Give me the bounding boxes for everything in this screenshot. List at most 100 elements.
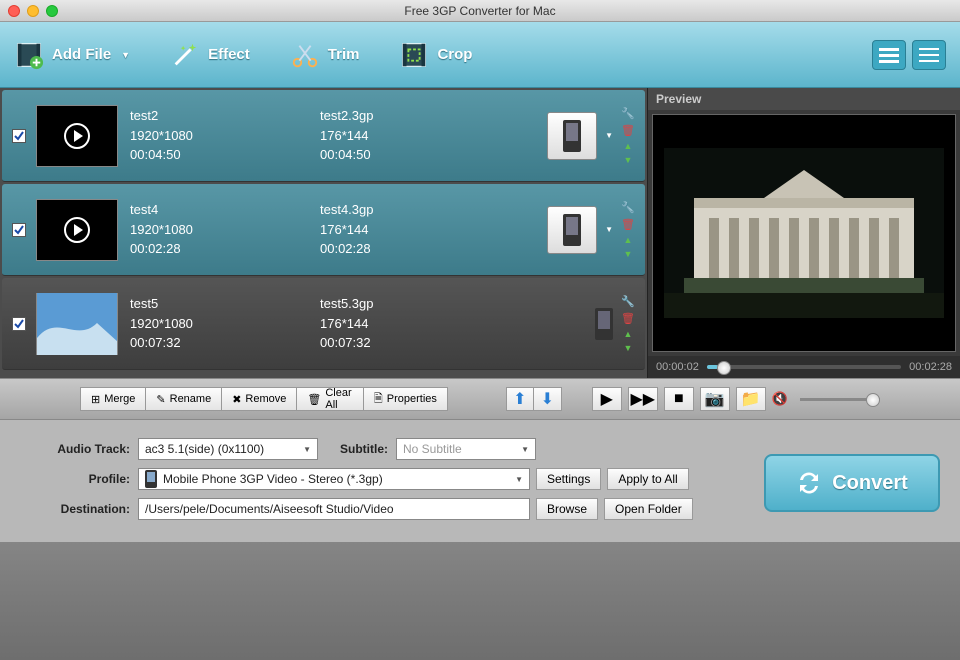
view-list-button[interactable] xyxy=(872,40,906,70)
output-device-button[interactable] xyxy=(547,206,597,254)
preview-current-time: 00:00:02 xyxy=(656,361,699,373)
output-duration: 00:02:28 xyxy=(320,239,470,259)
merge-icon: ⊞ xyxy=(91,393,100,406)
file-checkbox[interactable] xyxy=(12,223,26,237)
titlebar: Free 3GP Converter for Mac xyxy=(0,0,960,22)
close-window-button[interactable] xyxy=(8,5,20,17)
output-device-button[interactable] xyxy=(547,112,597,160)
merge-label: Merge xyxy=(104,393,135,405)
open-snapshot-folder-button[interactable]: 📁 xyxy=(736,387,766,411)
play-overlay-icon xyxy=(64,217,90,243)
zoom-window-button[interactable] xyxy=(46,5,58,17)
output-duration: 00:07:32 xyxy=(320,333,470,353)
settings-button[interactable]: Settings xyxy=(536,468,601,490)
row-up-icon[interactable]: ▲ xyxy=(624,141,633,151)
rename-label: Rename xyxy=(170,393,212,405)
chevron-down-icon: ▼ xyxy=(515,475,523,484)
profile-label: Profile: xyxy=(40,472,130,486)
file-row[interactable]: test41920*108000:02:28test4.3gp176*14400… xyxy=(2,184,645,276)
phone-icon xyxy=(563,120,581,152)
file-checkbox[interactable] xyxy=(12,317,26,331)
stop-icon: ■ xyxy=(674,390,684,408)
file-name: test2 xyxy=(130,106,320,126)
preview-video[interactable] xyxy=(652,114,956,352)
film-add-icon xyxy=(14,40,44,70)
minimize-window-button[interactable] xyxy=(27,5,39,17)
browse-button[interactable]: Browse xyxy=(536,498,598,520)
volume-slider[interactable] xyxy=(800,398,880,401)
file-thumbnail[interactable] xyxy=(36,199,118,261)
row-down-icon[interactable]: ▼ xyxy=(624,155,633,165)
crop-button[interactable]: Crop xyxy=(399,40,472,70)
properties-button[interactable]: 🗎Properties xyxy=(364,387,448,411)
file-resolution: 1920*1080 xyxy=(130,220,320,240)
preview-label: Preview xyxy=(648,88,960,110)
row-up-icon[interactable]: ▲ xyxy=(624,329,633,339)
merge-button[interactable]: ⊞ Merge xyxy=(80,387,146,411)
view-menu-button[interactable] xyxy=(912,40,946,70)
output-resolution: 176*144 xyxy=(320,220,470,240)
row-delete-icon[interactable]: 🗑 xyxy=(621,312,635,325)
row-delete-icon[interactable]: 🗑 xyxy=(621,218,635,231)
snapshot-button[interactable]: 📷 xyxy=(700,387,730,411)
preview-total-time: 00:02:28 xyxy=(909,361,952,373)
row-down-icon[interactable]: ▼ xyxy=(624,343,633,353)
open-folder-button[interactable]: Open Folder xyxy=(604,498,693,520)
trim-button[interactable]: Trim xyxy=(290,40,360,70)
clear-all-button[interactable]: 🗑Clear All xyxy=(297,387,364,411)
effect-button[interactable]: Effect xyxy=(170,40,250,70)
bottom-strip xyxy=(0,542,960,660)
file-list: test21920*108000:04:50test2.3gp176*14400… xyxy=(0,88,648,378)
destination-label: Destination: xyxy=(40,502,130,516)
audio-track-dropdown[interactable]: ac3 5.1(side) (0x1100)▼ xyxy=(138,438,318,460)
convert-label: Convert xyxy=(832,472,908,495)
preview-timeline: 00:00:02 00:02:28 xyxy=(648,356,960,378)
file-row[interactable]: test51920*108000:07:32test5.3gp176*14400… xyxy=(2,278,645,370)
file-thumbnail[interactable] xyxy=(36,105,118,167)
file-source-info: test41920*108000:02:28 xyxy=(130,200,320,259)
profile-dropdown[interactable]: Mobile Phone 3GP Video - Stereo (*.3gp) … xyxy=(138,468,530,490)
destination-field[interactable]: /Users/pele/Documents/Aiseesoft Studio/V… xyxy=(138,498,530,520)
main-toolbar: Add File ▼ Effect Trim Crop xyxy=(0,22,960,88)
file-thumbnail[interactable] xyxy=(36,293,118,355)
chevron-down-icon: ▼ xyxy=(605,131,613,140)
preview-seek-slider[interactable] xyxy=(707,365,901,369)
row-settings-icon[interactable]: 🔧 xyxy=(621,201,635,214)
row-up-icon[interactable]: ▲ xyxy=(624,235,633,245)
row-settings-icon[interactable]: 🔧 xyxy=(621,107,635,120)
subtitle-dropdown[interactable]: No Subtitle▼ xyxy=(396,438,536,460)
convert-button[interactable]: Convert xyxy=(764,454,940,512)
row-delete-icon[interactable]: 🗑 xyxy=(621,124,635,137)
stop-button[interactable]: ■ xyxy=(664,387,694,411)
file-checkbox[interactable] xyxy=(12,129,26,143)
film-crop-icon xyxy=(399,40,429,70)
destination-value: /Users/pele/Documents/Aiseesoft Studio/V… xyxy=(145,502,394,516)
apply-to-all-button[interactable]: Apply to All xyxy=(607,468,688,490)
main-area: test21920*108000:04:50test2.3gp176*14400… xyxy=(0,88,960,378)
fast-forward-button[interactable]: ▶▶ xyxy=(628,387,658,411)
file-output-info: test2.3gp176*14400:04:50 xyxy=(320,106,470,165)
phone-icon xyxy=(145,470,157,488)
doc-icon: 🗎 xyxy=(374,390,383,409)
preview-panel: Preview 00:00:02 00:02:28 xyxy=(648,88,960,378)
file-row[interactable]: test21920*108000:04:50test2.3gp176*14400… xyxy=(2,90,645,182)
file-duration: 00:02:28 xyxy=(130,239,320,259)
play-icon: ▶ xyxy=(601,389,613,409)
row-down-icon[interactable]: ▼ xyxy=(624,249,633,259)
output-name: test5.3gp xyxy=(320,294,470,314)
profile-value: Mobile Phone 3GP Video - Stereo (*.3gp) xyxy=(163,472,383,486)
move-down-button[interactable]: ⬇ xyxy=(534,387,562,411)
add-file-button[interactable]: Add File ▼ xyxy=(14,40,130,70)
file-output-info: test4.3gp176*14400:02:28 xyxy=(320,200,470,259)
trash-icon: 🗑 xyxy=(307,393,321,406)
row-settings-icon[interactable]: 🔧 xyxy=(621,295,635,308)
list-icon xyxy=(879,46,899,64)
rename-button[interactable]: ✎Rename xyxy=(146,387,222,411)
move-up-button[interactable]: ⬆ xyxy=(506,387,534,411)
trim-label: Trim xyxy=(328,46,360,63)
window-title: Free 3GP Converter for Mac xyxy=(404,4,555,18)
effect-label: Effect xyxy=(208,46,250,63)
play-overlay-icon xyxy=(64,123,90,149)
play-button[interactable]: ▶ xyxy=(592,387,622,411)
remove-button[interactable]: ✖Remove xyxy=(222,387,297,411)
